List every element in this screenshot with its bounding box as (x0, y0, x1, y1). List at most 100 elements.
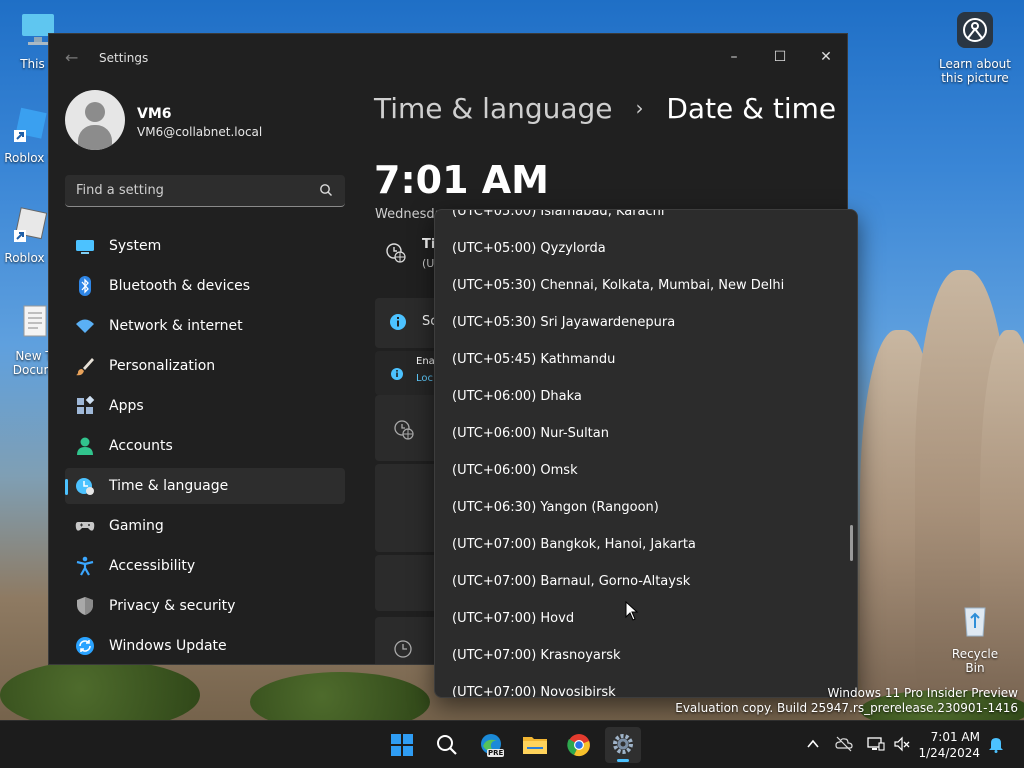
sidebar-item-personalization[interactable]: Personalization (65, 348, 345, 384)
minimize-button[interactable]: – (711, 42, 757, 72)
timezone-option[interactable]: (UTC+06:00) Omsk (435, 452, 857, 489)
sidebar-item-privacy-security[interactable]: Privacy & security (65, 588, 345, 624)
profile-name: VM6 (137, 106, 172, 122)
timezone-option[interactable]: (UTC+07:00) Krasnoyarsk (435, 637, 857, 674)
maximize-button[interactable]: ☐ (757, 42, 803, 72)
timezone-option[interactable]: (UTC+07:00) Bangkok, Hanoi, Jakarta (435, 526, 857, 563)
chrome-icon (567, 734, 590, 757)
shield-icon (77, 597, 93, 615)
sidebar-item-bluetooth[interactable]: Bluetooth & devices (65, 268, 345, 304)
recycle-bin-icon (964, 607, 986, 637)
language-clock-icon (394, 420, 414, 440)
sidebar-item-label: Apps (109, 398, 144, 414)
mouse-cursor-icon (625, 601, 639, 621)
sidebar-item-label: Gaming (109, 518, 164, 534)
roblox-player-icon (14, 207, 48, 242)
edge-icon (481, 734, 501, 754)
gaming-icon (75, 522, 95, 531)
sidebar-item-gaming[interactable]: Gaming (65, 508, 345, 544)
learn-about-picture[interactable]: Learn about this picture (935, 10, 1015, 85)
volume-muted-icon[interactable] (893, 735, 911, 753)
roblox-studio-icon (14, 107, 47, 142)
search-icon[interactable] (319, 183, 333, 197)
sidebar-item-network[interactable]: Network & internet (65, 308, 345, 344)
folder-icon (523, 737, 547, 754)
page-title: Date & time (666, 92, 837, 125)
chevron-up-icon[interactable] (804, 735, 822, 753)
settings-taskbar-button[interactable] (605, 727, 641, 763)
file-explorer-button[interactable] (517, 727, 553, 763)
system-icon (76, 240, 94, 254)
sidebar-item-apps[interactable]: Apps (65, 388, 345, 424)
sidebar-item-label: Privacy & security (109, 598, 236, 614)
accounts-icon (77, 437, 93, 455)
title-bar[interactable]: ← Settings – ☐ ✕ (49, 34, 847, 82)
info-row-link[interactable]: Loc (416, 373, 433, 384)
breadcrumb-parent[interactable]: Time & language (374, 92, 613, 125)
current-date: Wednesda (375, 207, 443, 222)
timezone-option[interactable]: (UTC+06:00) Nur-Sultan (435, 415, 857, 452)
timezone-option[interactable]: (UTC+05:00) Islamabad, Karachi (435, 210, 857, 230)
current-time: 7:01 AM (374, 158, 549, 202)
sidebar-item-label: System (109, 238, 162, 254)
sidebar-item-system[interactable]: System (65, 228, 345, 264)
search-placeholder: Find a setting (76, 183, 164, 198)
edge-beta-button[interactable]: PRE (473, 727, 509, 763)
timezone-option[interactable]: (UTC+05:30) Chennai, Kolkata, Mumbai, Ne… (435, 267, 857, 304)
search-button[interactable] (429, 727, 465, 763)
taskbar: PRE 7:01 AM 1/24/2024 (0, 720, 1024, 768)
avatar[interactable] (65, 90, 125, 150)
timezone-option[interactable]: (UTC+07:00) Novosibirsk (435, 674, 857, 697)
timezone-option[interactable]: (UTC+07:00) Hovd (435, 600, 857, 637)
apps-icon (77, 396, 95, 414)
timezone-option[interactable]: (UTC+05:00) Qyzylorda (435, 230, 857, 267)
search-icon (437, 735, 457, 755)
timezone-option[interactable]: (UTC+07:00) Barnaul, Gorno-Altaysk (435, 563, 857, 600)
close-button[interactable]: ✕ (803, 42, 847, 72)
clock-icon (394, 640, 412, 658)
notification-bell-icon[interactable] (987, 735, 1005, 753)
accessibility-icon (76, 556, 94, 576)
sidebar-item-accessibility[interactable]: Accessibility (65, 548, 345, 584)
running-indicator (617, 759, 629, 762)
taskbar-clock[interactable]: 7:01 AM 1/24/2024 (918, 729, 980, 761)
network-icon (76, 319, 94, 333)
gear-icon (613, 734, 633, 754)
sidebar-item-label: Windows Update (109, 638, 227, 654)
timezone-dropdown[interactable]: (UTC+05:00) Islamabad, Karachi (UTC+05:0… (434, 209, 858, 698)
info-small-icon (391, 368, 403, 380)
learn-about-line1: Learn about (939, 57, 1011, 71)
timezone-option-list: (UTC+05:00) Islamabad, Karachi (UTC+05:0… (435, 210, 857, 697)
timezone-option[interactable]: (UTC+05:45) Kathmandu (435, 341, 857, 378)
sidebar-item-label: Time & language (109, 478, 229, 494)
windows-logo-icon (391, 734, 413, 756)
timezone-option[interactable]: (UTC+05:30) Sri Jayawardenepura (435, 304, 857, 341)
learn-about-line2: this picture (941, 71, 1009, 85)
timezone-option[interactable]: (UTC+06:30) Yangon (Rangoon) (435, 489, 857, 526)
sidebar-item-label: Network & internet (109, 318, 243, 334)
desktop-icon-label: Recycle Bin (951, 647, 999, 675)
search-input[interactable]: Find a setting (65, 175, 345, 207)
sidebar-item-label: Accessibility (109, 558, 196, 574)
sidebar-item-label: Bluetooth & devices (109, 278, 251, 294)
taskbar-time: 7:01 AM (930, 730, 980, 744)
clock-globe-icon (386, 243, 406, 263)
desktop-icon-recycle-bin[interactable]: Recycle Bin (943, 600, 1007, 675)
profile-email: VM6@collabnet.local (137, 125, 263, 139)
network-tray-icon[interactable] (867, 735, 885, 753)
sidebar-item-accounts[interactable]: Accounts (65, 428, 345, 464)
time-language-icon (76, 478, 94, 495)
chrome-button[interactable] (561, 727, 597, 763)
onedrive-offline-icon[interactable] (835, 735, 853, 753)
sidebar-nav: System Bluetooth & devices Network & int… (65, 228, 345, 664)
brush-icon (76, 358, 94, 376)
window-title: Settings (99, 51, 149, 65)
bluetooth-icon (79, 276, 91, 296)
dropdown-scrollbar[interactable] (850, 525, 853, 561)
timezone-option[interactable]: (UTC+06:00) Dhaka (435, 378, 857, 415)
sidebar-item-windows-update[interactable]: Windows Update (65, 628, 345, 664)
back-arrow-icon[interactable]: ← (65, 48, 78, 67)
edge-pre-badge: PRE (487, 749, 505, 757)
sidebar-item-time-language[interactable]: Time & language (65, 468, 345, 504)
start-button[interactable] (384, 727, 420, 763)
